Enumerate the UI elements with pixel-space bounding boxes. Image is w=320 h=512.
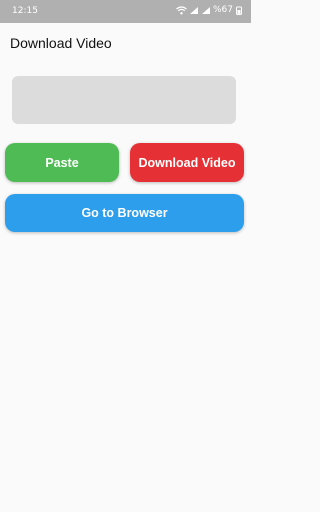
signal-icon-secondary (201, 6, 210, 14)
paste-button[interactable]: Paste (5, 143, 119, 182)
signal-icon (189, 6, 198, 14)
wifi-icon (176, 5, 187, 14)
go-to-browser-button[interactable]: Go to Browser (5, 194, 244, 232)
battery-percent: %67 (212, 5, 233, 15)
battery-icon (236, 6, 242, 15)
status-bar: 12:15 %67 (0, 0, 251, 23)
url-input[interactable] (12, 76, 236, 124)
download-video-button[interactable]: Download Video (130, 143, 244, 182)
page-title: Download Video (10, 35, 112, 51)
status-time: 12:15 (12, 6, 38, 16)
status-icons: %67 (176, 5, 243, 15)
